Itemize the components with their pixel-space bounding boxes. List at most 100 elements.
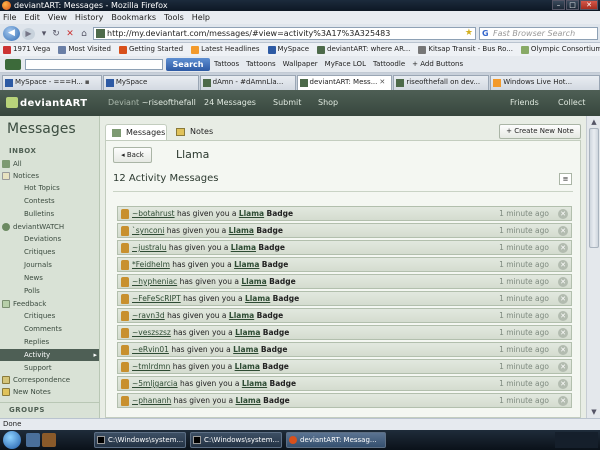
toolbar-link[interactable]: Wallpaper [283,56,318,73]
message-row[interactable]: ~ravn3d has given you a Llama Badge 1 mi… [117,308,572,323]
message-row[interactable]: ~tmlrdmn has given you a Llama Badge 1 m… [117,359,572,374]
browser-search-input[interactable]: G Fast Browser Search [479,27,598,40]
toolbar-search-button[interactable]: Search [166,58,210,71]
browser-tab[interactable]: MySpace [102,75,199,90]
message-row[interactable]: ~hypheniac has given you a Llama Badge 1… [117,274,572,289]
close-tab-icon[interactable]: ✕ [379,78,385,86]
close-window-button[interactable]: ✕ [580,0,598,10]
sidebar-item-hot-topics[interactable]: Hot Topics [0,182,99,194]
sidebar-item-deviantwatch[interactable]: deviantWATCH [0,221,99,233]
bookmark-star-icon[interactable]: ★ [465,28,473,39]
bookmark-item[interactable]: deviantART: where AR... [317,43,410,56]
message-user-link[interactable]: `synconi [132,226,164,235]
menu-edit[interactable]: Edit [24,11,40,24]
sidebar-item-all[interactable]: All [0,158,99,170]
minimize-button[interactable]: – [552,0,565,10]
nav-messages[interactable]: 24 Messages [204,90,256,116]
message-user-link[interactable]: ~tmlrdmn [132,362,170,371]
scroll-up-icon[interactable]: ▲ [588,117,600,127]
browser-tab[interactable]: Windows Live Hot... [490,75,600,90]
dropdown-icon[interactable]: ▾ [38,28,50,40]
sidebar-item-bulletins[interactable]: Bulletins [0,208,99,220]
quicklaunch-icon[interactable] [42,433,56,447]
sidebar-item-notices[interactable]: Notices [0,170,99,182]
sidebar-item-journals[interactable]: Journals [0,259,99,271]
remove-message-icon[interactable]: ✕ [558,209,568,219]
bookmark-item[interactable]: Olympic Consortium -... [520,43,600,56]
back-arrow-icon[interactable]: ◀ [3,26,20,41]
toolbar-link[interactable]: MyFace LOL [325,56,366,73]
sidebar-item-news[interactable]: News [0,272,99,284]
browser-tab[interactable]: riseofthefall on dev... [393,75,490,90]
message-user-link[interactable]: ~5mljgarcia [132,379,178,388]
home-icon[interactable]: ⌂ [78,28,90,40]
message-user-link[interactable]: ~hypheniac [132,277,177,286]
browser-tab[interactable]: dAmn - #dAmnLla... [199,75,296,90]
message-row[interactable]: ~phananh has given you a Llama Badge 1 m… [117,393,572,408]
message-row[interactable]: ~5mljgarcia has given you a Llama Badge … [117,376,572,391]
bookmark-item[interactable]: Kitsap Transit - Bus Ro... [418,43,513,56]
nav-friends[interactable]: Friends [510,90,539,116]
sidebar-item-replies[interactable]: Replies [0,336,99,348]
back-button[interactable]: ◂ Back [113,147,152,163]
sidebar-item-new-notes[interactable]: New Notes [0,386,99,398]
view-toggle-icon[interactable]: ≡ [559,173,572,185]
sidebar-item-polls[interactable]: Polls [0,285,99,297]
nav-shop[interactable]: Shop [318,90,338,116]
menu-view[interactable]: View [48,11,67,24]
message-row[interactable]: ~justralu has given you a Llama Badge 1 … [117,240,572,255]
maximize-button[interactable]: □ [566,0,579,10]
remove-message-icon[interactable]: ✕ [558,260,568,270]
scrollbar-thumb[interactable] [589,128,599,248]
toolbar-link[interactable]: Tattoos [214,56,239,73]
nav-submit[interactable]: Submit [273,90,301,116]
message-row[interactable]: *Feidhelm has given you a Llama Badge 1 … [117,257,572,272]
bookmark-item[interactable]: Latest Headlines [191,43,260,56]
remove-message-icon[interactable]: ✕ [558,311,568,321]
sidebar-item-contests[interactable]: Contests [0,195,99,207]
menu-file[interactable]: File [3,11,16,24]
toolbar-link[interactable]: Tattoodle [373,56,405,73]
message-row[interactable]: ~veszszsz has given you a Llama Badge 1 … [117,325,572,340]
message-user-link[interactable]: ~veszszsz [132,328,171,337]
message-user-link[interactable]: ~FeFeScRIPT [132,294,181,303]
toolbar-link[interactable]: + Add Buttons [412,56,463,73]
menu-bookmarks[interactable]: Bookmarks [111,11,156,24]
llama-link[interactable]: Llama [235,396,260,405]
remove-message-icon[interactable]: ✕ [558,226,568,236]
url-bar[interactable]: http://my.deviantart.com/messages/#view=… [93,27,476,40]
bookmark-item[interactable]: Getting Started [118,43,183,56]
quicklaunch-icon[interactable] [26,433,40,447]
tab-messages[interactable]: Messages [105,124,167,140]
remove-message-icon[interactable]: ✕ [558,243,568,253]
remove-message-icon[interactable]: ✕ [558,277,568,287]
sidebar-item-feedback-critiques[interactable]: Critiques [0,310,99,322]
sidebar-item-activity[interactable]: Activity [0,349,99,361]
remove-message-icon[interactable]: ✕ [558,396,568,406]
message-row[interactable]: `synconi has given you a Llama Badge 1 m… [117,223,572,238]
sidebar-item-comments[interactable]: Comments [0,323,99,335]
remove-message-icon[interactable]: ✕ [558,379,568,389]
reload-icon[interactable]: ↻ [50,28,62,40]
message-user-link[interactable]: *Feidhelm [132,260,170,269]
remove-message-icon[interactable]: ✕ [558,328,568,338]
llama-link[interactable]: Llama [245,294,270,303]
browser-tab[interactable]: MySpace - ===H... ▪ [2,75,102,90]
browser-tab-active[interactable]: deviantART: Mess... ✕ [296,75,393,90]
sidebar-item-critiques[interactable]: Critiques [0,246,99,258]
menu-tools[interactable]: Tools [164,11,184,24]
remove-message-icon[interactable]: ✕ [558,345,568,355]
llama-link[interactable]: Llama [231,243,256,252]
start-button[interactable] [3,431,21,449]
taskbar-item-active[interactable]: deviantART: Messag... [286,432,386,448]
bookmark-item[interactable]: 1971 Vega [3,43,50,56]
sidebar-item-deviations[interactable]: Deviations [0,233,99,245]
menu-history[interactable]: History [75,11,103,24]
llama-link[interactable]: Llama [229,226,254,235]
tab-notes[interactable]: Notes [170,124,220,140]
search-engine-icon[interactable]: G [482,28,489,39]
message-row[interactable]: ~eRvin01 has given you a Llama Badge 1 m… [117,342,572,357]
message-user-link[interactable]: ~phananh [132,396,171,405]
llama-link[interactable]: Llama [229,311,254,320]
llama-link[interactable]: Llama [233,345,258,354]
